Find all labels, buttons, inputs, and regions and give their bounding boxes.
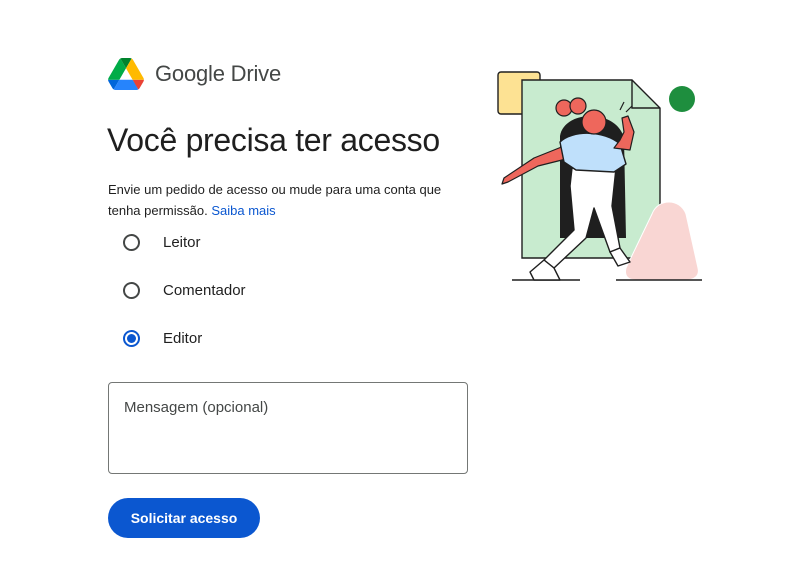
- access-level-radio-group: Leitor Comentador Editor: [120, 226, 246, 370]
- message-input[interactable]: [108, 382, 468, 474]
- radio-option-commenter[interactable]: Comentador: [120, 274, 246, 306]
- brand-name: Google Drive: [155, 61, 281, 86]
- brand-header: Google Drive: [108, 56, 281, 92]
- page-title: Você precisa ter acesso: [107, 122, 440, 158]
- radio-label-viewer: Leitor: [163, 233, 201, 251]
- learn-more-link[interactable]: Saiba mais: [211, 203, 275, 218]
- radio-button-commenter[interactable]: [123, 281, 140, 299]
- google-drive-logo-icon: [108, 58, 144, 90]
- radio-button-viewer[interactable]: [123, 233, 140, 251]
- radio-button-editor[interactable]: [123, 329, 140, 347]
- radio-option-viewer[interactable]: Leitor: [120, 226, 246, 258]
- description: Envie um pedido de acesso ou mude para u…: [108, 179, 458, 221]
- radio-option-editor[interactable]: Editor: [120, 322, 246, 354]
- person-walking-through-document-illustration-icon: [497, 71, 702, 281]
- radio-label-commenter: Comentador: [163, 281, 246, 299]
- request-access-button[interactable]: Solicitar acesso: [108, 498, 260, 538]
- radio-label-editor: Editor: [163, 329, 203, 347]
- access-request-page: Google Drive Você precisa ter acesso Env…: [0, 0, 787, 576]
